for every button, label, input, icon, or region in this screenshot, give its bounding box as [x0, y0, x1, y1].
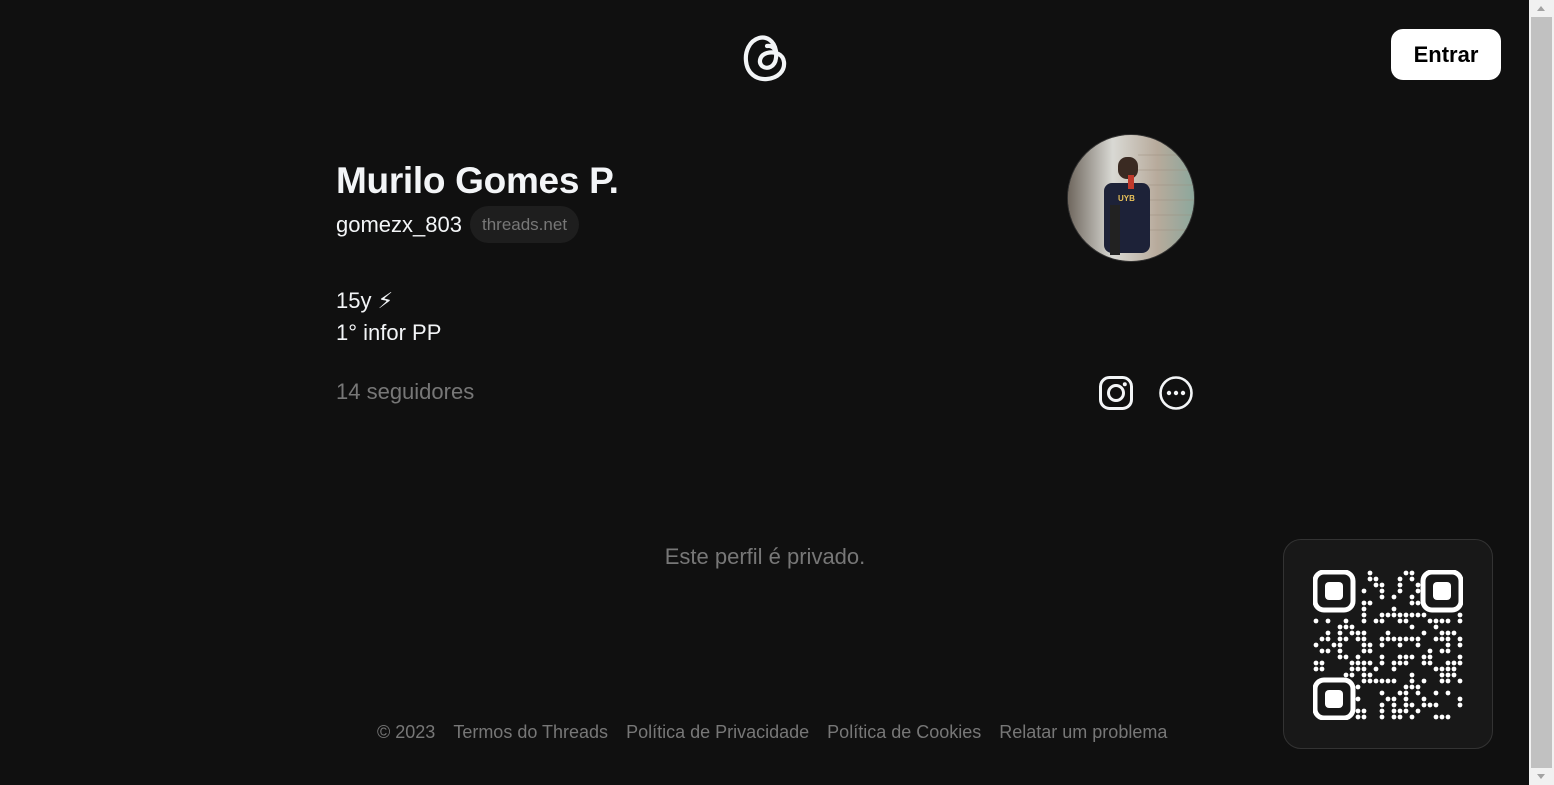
qr-code-card[interactable]	[1283, 539, 1493, 749]
profile-name: Murilo Gomes P.	[336, 160, 619, 201]
handle-row: gomezx_803 threads.net	[336, 206, 580, 243]
more-options-icon[interactable]	[1156, 372, 1196, 414]
footer-link-cookies[interactable]: Política de Cookies	[827, 722, 981, 743]
scroll-up-arrow-icon[interactable]	[1537, 6, 1545, 11]
avatar[interactable]: UYB	[1067, 134, 1195, 262]
svg-text:UYB: UYB	[1118, 194, 1135, 203]
footer-copyright: © 2023	[377, 722, 436, 742]
domain-badge[interactable]: threads.net	[469, 206, 580, 243]
bio-line: 15y ⚡	[336, 288, 394, 313]
scrollbar[interactable]	[1529, 0, 1554, 785]
bio-line: 1° infor PP	[336, 320, 442, 345]
footer: © 2023 Termos do Threads Política de Pri…	[377, 722, 1167, 743]
profile-bio: 15y ⚡ 1° infor PP	[336, 285, 441, 349]
profile-handle: gomezx_803	[336, 211, 462, 237]
qr-code-icon	[1313, 570, 1463, 720]
footer-link-report[interactable]: Relatar um problema	[999, 722, 1167, 743]
instagram-icon[interactable]	[1096, 372, 1136, 414]
threads-logo-icon[interactable]	[740, 28, 790, 84]
followers-count[interactable]: 14 seguidores	[336, 379, 474, 405]
login-button[interactable]: Entrar	[1391, 29, 1501, 80]
scroll-down-arrow-icon[interactable]	[1537, 774, 1545, 779]
scrollbar-thumb[interactable]	[1531, 17, 1552, 768]
footer-link-privacy[interactable]: Política de Privacidade	[626, 722, 809, 743]
footer-link-terms[interactable]: Termos do Threads	[453, 722, 608, 743]
